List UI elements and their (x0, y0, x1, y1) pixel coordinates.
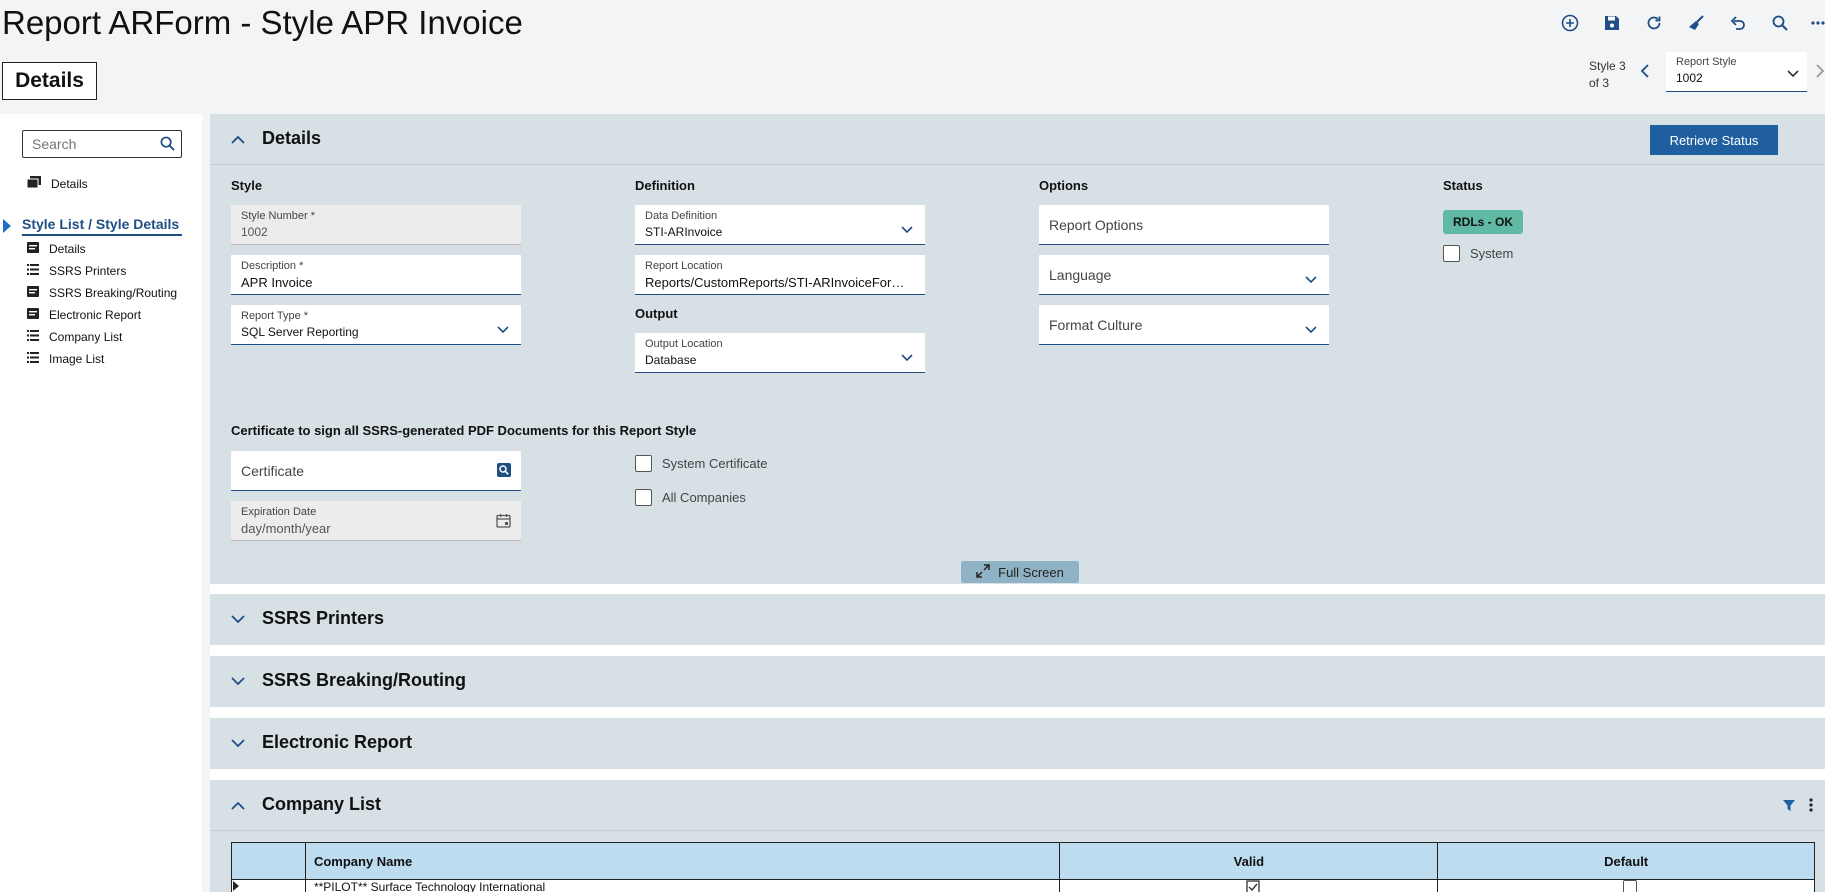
default-cell[interactable] (1437, 879, 1815, 892)
row-selector-header (231, 842, 306, 880)
report-location-field[interactable]: Report Location Reports/CustomReports/ST… (635, 255, 925, 295)
filter-icon[interactable] (1783, 799, 1795, 817)
report-type-select[interactable]: Report Type * SQL Server Reporting (231, 305, 521, 345)
chevron-down-icon (901, 349, 913, 367)
default-checkbox[interactable] (1623, 880, 1638, 892)
details-panel: Details Retrieve Status Style Style Numb… (210, 114, 1825, 584)
chevron-down-icon (1305, 271, 1317, 289)
table-row[interactable]: **PILOT** Surface Technology Internation… (231, 879, 1815, 892)
chevron-up-icon[interactable] (231, 131, 245, 149)
report-style-select[interactable]: Report Style 1002 (1666, 52, 1807, 92)
chevron-down-icon (901, 221, 913, 239)
record-counter: Style 3 of 3 (1589, 59, 1626, 90)
system-checkbox[interactable] (1443, 245, 1460, 262)
data-definition-select[interactable]: Data Definition STI-ARInvoice (635, 205, 925, 245)
toolbar (1559, 12, 1825, 34)
save-icon[interactable] (1601, 12, 1623, 34)
options-heading: Options (1039, 178, 1089, 193)
sidebar-item-details-top[interactable]: Details (26, 176, 88, 191)
check-icon (1246, 880, 1260, 892)
chevron-down-icon (1305, 321, 1317, 339)
system-certificate-checkbox[interactable] (635, 455, 652, 472)
main-content: Details Retrieve Status Style Style Numb… (210, 114, 1825, 892)
company-name-cell[interactable]: **PILOT** Surface Technology Internation… (304, 879, 1061, 892)
search-icon[interactable] (160, 136, 175, 156)
sidebar-item-ssrs-printers[interactable]: SSRS Printers (27, 264, 126, 278)
sidebar-item-company-list[interactable]: Company List (27, 330, 122, 344)
details-tab[interactable]: Details (2, 62, 97, 100)
format-culture-select[interactable]: Format Culture (1039, 305, 1329, 345)
more-icon[interactable] (1811, 12, 1825, 34)
panel-tools (1783, 798, 1813, 817)
refresh-icon[interactable] (1643, 12, 1665, 34)
company-list-header[interactable]: Company List (210, 780, 1825, 831)
style-heading: Style (231, 178, 263, 193)
company-table: Company Name Valid Default **PILOT** Sur… (231, 842, 1815, 892)
description-field[interactable]: Description * APR Invoice (231, 255, 521, 295)
search-box (22, 130, 182, 158)
details-panel-header[interactable]: Details Retrieve Status (210, 114, 1825, 165)
electronic-report-panel[interactable]: Electronic Report (210, 718, 1825, 769)
chevron-down-icon (497, 321, 509, 339)
calendar-icon[interactable] (496, 513, 511, 533)
output-location-select[interactable]: Output Location Database (635, 333, 925, 373)
sidebar-item-ssrs-breaking[interactable]: SSRS Breaking/Routing (27, 286, 177, 300)
lookup-icon[interactable] (497, 463, 511, 482)
form-icon (27, 242, 39, 256)
retrieve-status-button[interactable]: Retrieve Status (1650, 125, 1778, 155)
add-icon[interactable] (1559, 12, 1581, 34)
search-input[interactable] (23, 131, 153, 157)
undo-icon[interactable] (1727, 12, 1749, 34)
more-vertical-icon[interactable] (1809, 798, 1813, 817)
search-icon[interactable] (1769, 12, 1791, 34)
sidebar-item-electronic-report[interactable]: Electronic Report (27, 308, 141, 322)
chevron-left-icon[interactable] (1640, 62, 1650, 83)
certificate-heading: Certificate to sign all SSRS-generated P… (231, 423, 697, 438)
list-icon (27, 352, 39, 366)
ssrs-printers-panel[interactable]: SSRS Printers (210, 594, 1825, 645)
column-header-valid[interactable]: Valid (1059, 842, 1439, 880)
expiration-date-field[interactable]: Expiration Date day/month/year (231, 501, 521, 541)
system-checkbox-row[interactable]: System (1443, 245, 1513, 262)
sidebar: Details Style List / Style Details Detai… (0, 114, 202, 892)
row-selector[interactable] (231, 879, 306, 892)
chevron-right-icon[interactable] (1816, 62, 1825, 83)
expand-arrow-icon[interactable] (3, 219, 11, 233)
chevron-down-icon[interactable] (231, 673, 245, 691)
chevron-down-icon[interactable] (231, 735, 245, 753)
certificate-field[interactable]: Certificate (231, 451, 521, 491)
column-header-default[interactable]: Default (1437, 842, 1815, 880)
report-options-field[interactable]: Report Options (1039, 205, 1329, 245)
full-screen-button[interactable]: Full Screen (961, 561, 1079, 583)
valid-cell (1059, 879, 1439, 892)
all-companies-checkbox[interactable] (635, 489, 652, 506)
output-heading: Output (635, 306, 678, 321)
form-icon (27, 286, 39, 300)
chevron-up-icon[interactable] (231, 797, 245, 815)
column-header-company[interactable]: Company Name (304, 842, 1061, 880)
page-title: Report ARForm - Style APR Invoice (2, 4, 523, 41)
sidebar-group-style-list[interactable]: Style List / Style Details (22, 216, 182, 236)
status-heading: Status (1443, 178, 1483, 193)
expand-icon (976, 563, 990, 581)
form-icon (27, 308, 39, 322)
status-badge: RDLs - OK (1443, 210, 1523, 234)
all-companies-row[interactable]: All Companies (635, 489, 746, 506)
language-select[interactable]: Language (1039, 255, 1329, 295)
chevron-down-icon (1787, 65, 1799, 83)
ssrs-breaking-panel[interactable]: SSRS Breaking/Routing (210, 656, 1825, 707)
list-icon (27, 264, 39, 278)
list-icon (27, 330, 39, 344)
chevron-down-icon[interactable] (231, 611, 245, 629)
style-number-field: Style Number * 1002 (231, 205, 521, 245)
clear-icon[interactable] (1685, 12, 1707, 34)
system-certificate-row[interactable]: System Certificate (635, 455, 767, 472)
definition-heading: Definition (635, 178, 695, 193)
panel-title: Details (262, 128, 322, 148)
sidebar-item-details[interactable]: Details (27, 242, 86, 256)
cards-icon (26, 176, 41, 191)
sidebar-item-image-list[interactable]: Image List (27, 352, 104, 366)
